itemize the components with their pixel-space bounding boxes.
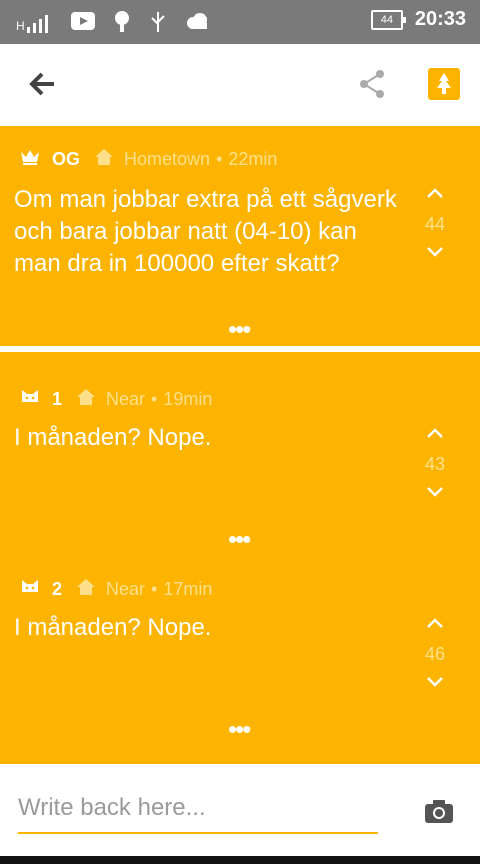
signal-icon: H [16,14,53,33]
reply-author: 1 [52,389,63,409]
reply-meta: 1 Near • 19min [20,388,212,411]
vote-count: 44 [424,214,446,234]
cat-icon [20,388,40,411]
downvote-icon[interactable] [418,485,452,503]
reply-text: I månaden? Nope. [14,424,212,451]
cat-icon [20,578,40,601]
reply-text: I månaden? Nope. [14,614,212,641]
home-icon [94,148,114,171]
meta-separator: • [151,579,158,599]
camera-icon[interactable] [424,798,454,829]
home-icon [76,388,96,411]
vote-count: 43 [424,454,446,474]
reply-field-wrapper [18,788,378,834]
upvote-icon[interactable] [418,616,452,634]
upvote-icon[interactable] [418,186,452,204]
upvote-icon[interactable] [418,426,452,444]
more-options-icon[interactable]: ••• [228,716,251,742]
vote-count: 46 [424,644,446,664]
reply-time: 19min [163,389,213,409]
youtube-icon [70,12,95,35]
post-text: Om man jobbar extra på ett sågverk och b… [14,186,397,277]
home-icon [76,578,96,601]
app-bar [0,44,480,126]
back-arrow-icon[interactable] [28,70,56,103]
system-nav-strip [0,856,480,864]
vote-control: 46 [418,616,452,693]
replies-section: 1 Near • 19min I månaden? Nope. 43 ••• 2… [0,352,480,764]
android-icon [113,10,131,37]
reply-location: Near [106,389,146,409]
signal-label: H [16,18,25,33]
author-name: OG [52,149,81,169]
more-options-icon[interactable]: ••• [228,316,251,342]
meta-separator: • [216,149,223,169]
post-time: 22min [228,149,278,169]
meta-separator: • [151,389,158,409]
reply-meta: 2 Near • 17min [20,578,212,601]
reply-location: Near [106,579,146,599]
pine-tree-icon[interactable] [428,68,460,100]
usb-icon [149,10,167,37]
status-bar: H 44 20:33 [0,0,480,44]
downvote-icon[interactable] [418,245,452,263]
reply-input[interactable] [18,788,378,828]
vote-control: 44 [418,186,452,263]
reply-author: 2 [52,579,63,599]
more-options-icon[interactable]: ••• [228,526,251,552]
crown-icon [20,149,40,170]
cloud-icon [185,12,211,35]
vote-control: 43 [418,426,452,503]
composer-bar [0,764,480,864]
original-post: OG Hometown • 22min Om man jobbar extra … [0,126,480,346]
downvote-icon[interactable] [418,675,452,693]
battery-indicator: 44 [370,9,406,30]
post-meta: OG Hometown • 22min [20,148,277,171]
clock: 20:33 [414,8,466,30]
post-location: Hometown [124,149,211,169]
share-icon[interactable] [356,68,388,105]
reply-time: 17min [163,579,213,599]
